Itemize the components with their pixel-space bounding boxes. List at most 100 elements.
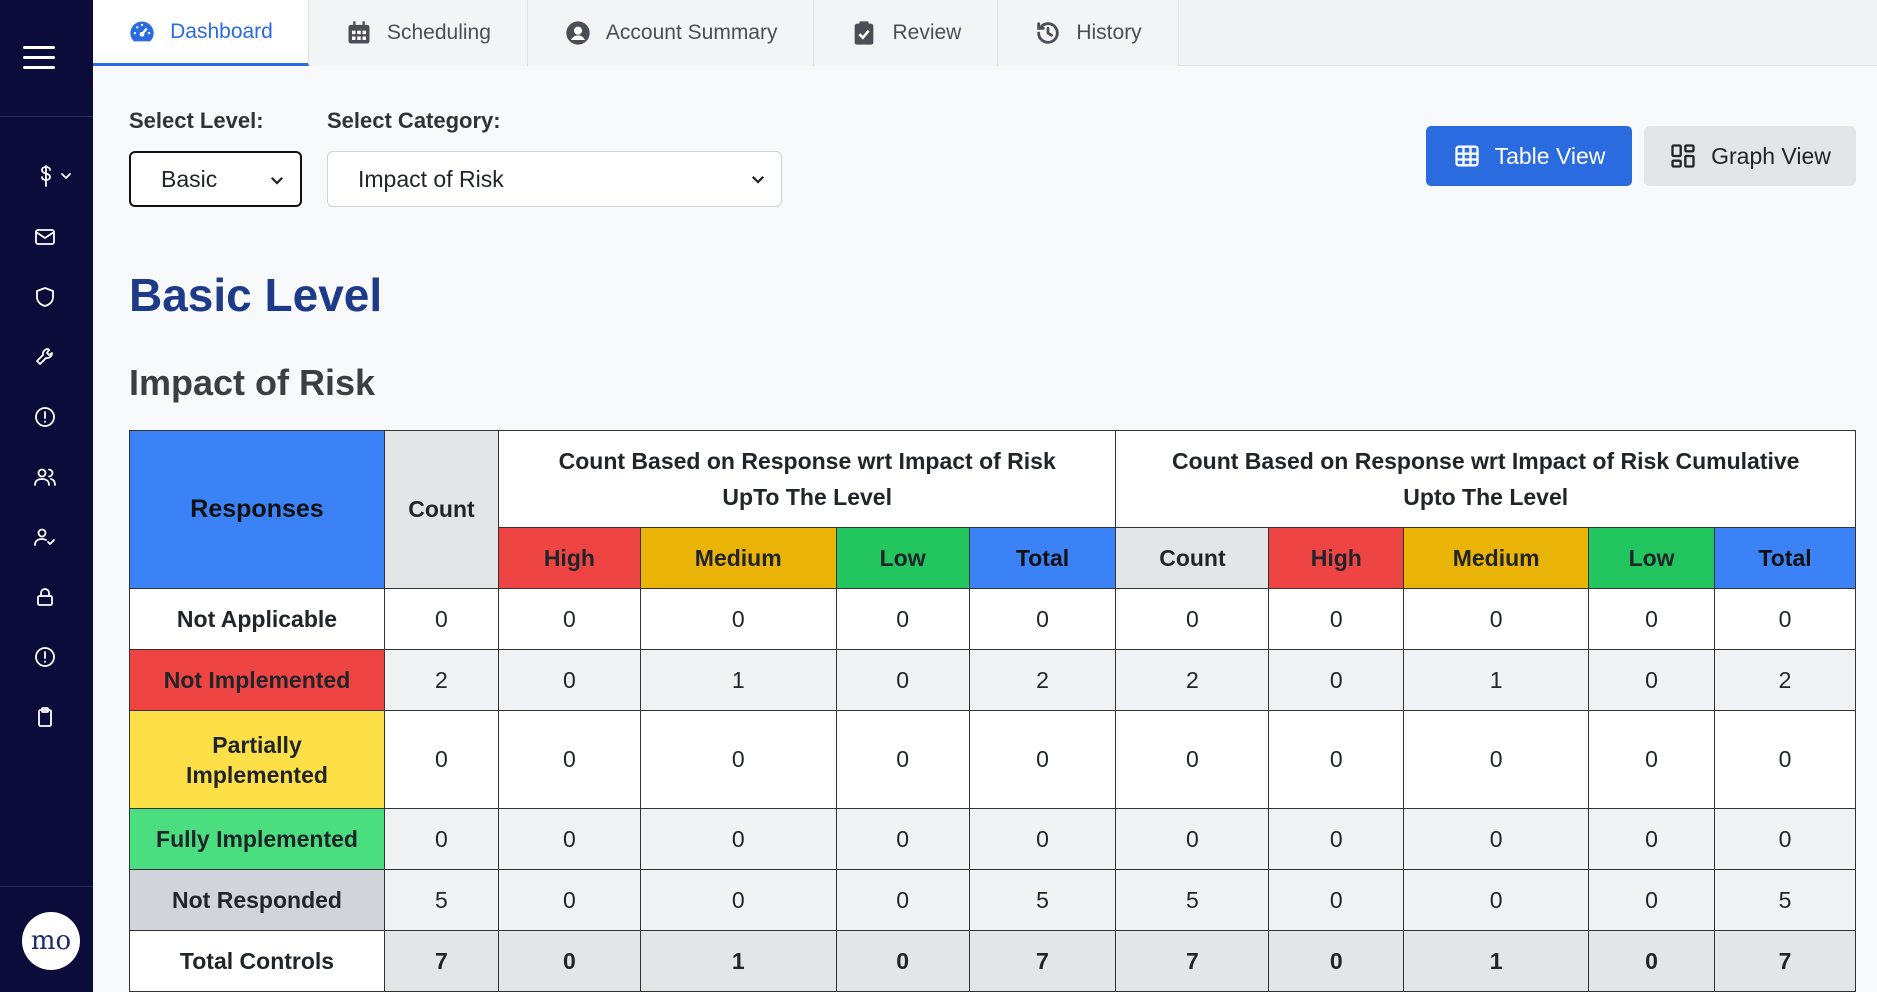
table-row: Not Applicable 0 0 0 0 0 0 0 0 0 0: [129, 588, 1856, 650]
table-cell: 0: [1588, 808, 1716, 870]
table-cell: 0: [835, 869, 970, 931]
table-cell: 0: [1588, 588, 1716, 650]
header-responses: Responses: [129, 430, 385, 589]
wrench-icon[interactable]: [30, 342, 60, 372]
table-cell: 0: [1115, 588, 1270, 650]
table-row: Not Responded 5 0 0 0 5 5 0 0 0 5: [129, 869, 1856, 931]
avatar-text: mo: [30, 926, 72, 956]
row-label: Partially Implemented: [129, 710, 385, 809]
row-label: Not Implemented: [129, 649, 385, 711]
impact-table: Responses Count Count Based on Response …: [129, 430, 1856, 992]
mail-icon[interactable]: [30, 222, 60, 252]
category-label: Select Category:: [327, 108, 501, 133]
table-cell: 0: [1268, 588, 1405, 650]
category-select[interactable]: Impact of Risk: [327, 151, 782, 207]
table-cell: 0: [1714, 808, 1856, 870]
table-row: Partially Implemented 0 0 0 0 0 0 0 0 0 0: [129, 710, 1856, 809]
graph-view-button[interactable]: Graph View: [1644, 126, 1856, 186]
row-label: Not Responded: [129, 869, 385, 931]
table-cell: 0: [835, 710, 970, 809]
table-cell: 0: [497, 869, 641, 931]
table-cell: 0: [968, 808, 1117, 870]
table-cell: 1: [639, 649, 837, 711]
table-cell: 0: [1115, 808, 1270, 870]
table-view-button[interactable]: Table View: [1426, 126, 1632, 186]
table-cell: 0: [1268, 808, 1405, 870]
table-cell: 0: [1714, 710, 1856, 809]
avatar[interactable]: mo: [22, 912, 80, 970]
table-cell: 0: [1588, 930, 1716, 992]
header-medium: Medium: [639, 527, 837, 589]
table-cell: 0: [497, 588, 641, 650]
table-cell: 0: [497, 649, 641, 711]
shield-icon[interactable]: [30, 282, 60, 312]
table-cell: 0: [1403, 808, 1590, 870]
table-cell: 2: [1115, 649, 1270, 711]
table-cell: 2: [383, 649, 499, 711]
header-total: Total: [968, 527, 1117, 589]
table-row: Total Controls 7 0 1 0 7 7 0 1 0 7: [129, 930, 1856, 992]
table-cell: 0: [968, 710, 1117, 809]
table-view-label: Table View: [1494, 142, 1606, 169]
dashboard-grid-icon: [1671, 144, 1695, 168]
tab-account-summary[interactable]: Account Summary: [527, 0, 815, 66]
table-cell: 7: [1115, 930, 1270, 992]
table-cell: 0: [835, 808, 970, 870]
row-label: Fully Implemented: [129, 808, 385, 870]
header-cum-high: High: [1268, 527, 1405, 589]
level-select-value: Basic: [161, 165, 218, 192]
table-cell: 5: [383, 869, 499, 931]
sidebar: mo: [0, 0, 93, 992]
tab-label: Review: [892, 21, 962, 44]
calendar-icon: [348, 21, 370, 44]
table-cell: 5: [968, 869, 1117, 931]
table-cell: 1: [639, 930, 837, 992]
section-title: Impact of Risk: [129, 362, 376, 403]
row-label: Total Controls: [129, 930, 385, 992]
dollar-icon[interactable]: [32, 161, 80, 191]
menu-icon[interactable]: [23, 46, 55, 70]
tab-history[interactable]: History: [998, 0, 1179, 66]
header-cum-total: Total: [1714, 527, 1856, 589]
table-cell: 0: [968, 588, 1117, 650]
tab-scheduling[interactable]: Scheduling: [309, 0, 528, 66]
header-high: High: [497, 527, 641, 589]
tab-label: Scheduling: [387, 21, 491, 44]
table-cell: 0: [1268, 869, 1405, 931]
table-cell: 1: [1403, 930, 1590, 992]
clipboard-icon[interactable]: [30, 702, 60, 732]
table-cell: 7: [1714, 930, 1856, 992]
header-cum-medium: Medium: [1403, 527, 1590, 589]
table-cell: 0: [1268, 710, 1405, 809]
tab-review[interactable]: Review: [814, 0, 999, 66]
user-check-icon[interactable]: [30, 522, 60, 552]
table-cell: 2: [1714, 649, 1856, 711]
table-cell: 0: [1403, 588, 1590, 650]
table-cell: 0: [497, 808, 641, 870]
level-select[interactable]: Basic: [129, 151, 302, 207]
table-icon: [1454, 145, 1479, 167]
row-label: Not Applicable: [129, 588, 385, 650]
header-cum-low: Low: [1588, 527, 1716, 589]
clipboard-check-icon: [855, 21, 874, 45]
table-cell: 0: [383, 588, 499, 650]
table-cell: 7: [383, 930, 499, 992]
table-cell: 0: [1268, 649, 1405, 711]
gauge-icon: [130, 21, 154, 41]
tab-dashboard[interactable]: Dashboard: [93, 0, 309, 66]
level-label: Select Level:: [129, 108, 264, 133]
chevron-down-icon: [751, 175, 765, 184]
alert-icon[interactable]: [30, 402, 60, 432]
table-cell: 0: [1115, 710, 1270, 809]
table-row: Fully Implemented 0 0 0 0 0 0 0 0 0 0: [129, 808, 1856, 870]
table-row: Not Implemented 2 0 1 0 2 2 0 1 0 2: [129, 649, 1856, 711]
table-cell: 7: [968, 930, 1117, 992]
table-cell: 0: [1588, 649, 1716, 711]
table-cell: 2: [968, 649, 1117, 711]
table-cell: 0: [497, 710, 641, 809]
header-group-upto: Count Based on Response wrt Impact of Ri…: [497, 430, 1117, 528]
alert-icon[interactable]: [30, 642, 60, 672]
lock-icon[interactable]: [30, 582, 60, 612]
users-icon[interactable]: [30, 462, 60, 492]
tab-bar: Dashboard Scheduling Account Summary Rev…: [93, 0, 1877, 66]
